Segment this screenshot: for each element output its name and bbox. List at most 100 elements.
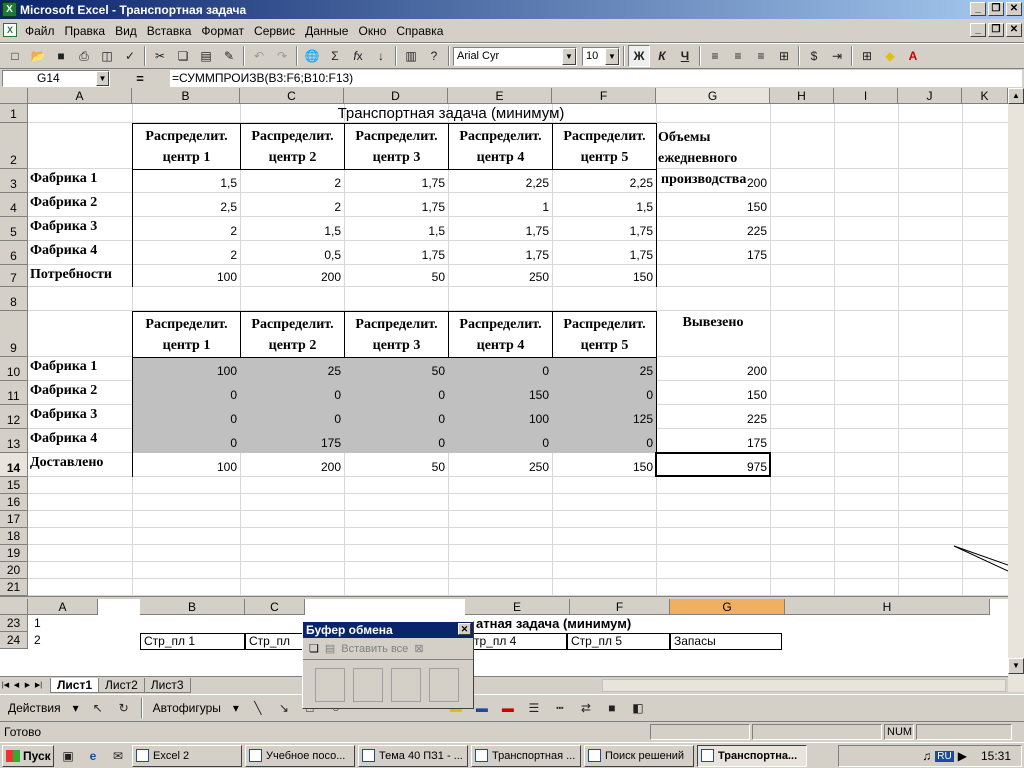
chevron-down-icon[interactable]: ▼: [562, 47, 576, 65]
row-header[interactable]: 7: [0, 265, 28, 287]
task-word-topic[interactable]: Тема 40 ПЗ1 - ...: [358, 744, 468, 767]
plan-row-total[interactable]: 200: [656, 364, 770, 378]
plan-row-total[interactable]: 150: [656, 388, 770, 402]
copy-icon[interactable]: ❏: [309, 642, 319, 655]
menu-tools[interactable]: Сервис: [249, 20, 300, 42]
lower-header-cell[interactable]: Стр_пл: [245, 633, 303, 650]
dc-header[interactable]: Распределит. центр 1: [132, 123, 241, 170]
font-color-icon[interactable]: ▬: [497, 697, 519, 719]
plan-row-label[interactable]: Фабрика 4: [30, 431, 97, 447]
merge-center-icon[interactable]: ⊞: [773, 45, 795, 67]
redo-icon[interactable]: ↷: [271, 45, 293, 67]
lower-column-header[interactable]: G: [670, 599, 785, 615]
minimize-button[interactable]: _: [970, 2, 986, 16]
dc-header[interactable]: Распределит. центр 4: [448, 123, 553, 170]
row-header[interactable]: 10: [0, 357, 28, 381]
doc-minimize-button[interactable]: _: [970, 23, 986, 37]
restore-button[interactable]: ❐: [988, 2, 1004, 16]
horizontal-scrollbar[interactable]: [602, 679, 1006, 692]
row-header[interactable]: 9: [0, 311, 28, 357]
lower-column-header[interactable]: C: [245, 599, 305, 615]
select-all-corner[interactable]: [0, 88, 28, 104]
row-header[interactable]: 17: [0, 511, 28, 528]
row-header[interactable]: 5: [0, 217, 28, 241]
next-sheet-icon[interactable]: ▶: [22, 679, 33, 692]
row-header[interactable]: 18: [0, 528, 28, 545]
menu-format[interactable]: Формат: [196, 20, 249, 42]
bold-button[interactable]: Ж: [628, 45, 650, 67]
doc-restore-button[interactable]: ❐: [988, 23, 1004, 37]
lower-row-header[interactable]: 24: [0, 632, 28, 649]
demand-row-label[interactable]: Потребности: [30, 267, 112, 283]
paste-all-button[interactable]: Вставить все: [341, 643, 408, 655]
row-header[interactable]: 15: [0, 477, 28, 494]
menu-help[interactable]: Справка: [391, 20, 448, 42]
row-header[interactable]: 19: [0, 545, 28, 562]
ie-icon[interactable]: e: [82, 745, 104, 767]
underline-button[interactable]: Ч: [674, 45, 696, 67]
lower-column-header[interactable]: B: [140, 599, 245, 615]
delivered-row-label[interactable]: Доставлено: [30, 455, 103, 471]
row-header[interactable]: 20: [0, 562, 28, 579]
scroll-up-icon[interactable]: ▲: [1008, 88, 1024, 104]
row-header[interactable]: 21: [0, 579, 28, 596]
column-header[interactable]: I: [834, 88, 898, 104]
row-header[interactable]: 11: [0, 381, 28, 405]
row-header[interactable]: 8: [0, 287, 28, 311]
hyperlink-icon[interactable]: 🌐: [301, 45, 323, 67]
row-header[interactable]: 1: [0, 104, 28, 123]
dc-header-plan[interactable]: Распределит. центр 1: [132, 311, 241, 358]
font-color-icon[interactable]: A: [902, 45, 924, 67]
doc-close-button[interactable]: ✕: [1006, 23, 1022, 37]
prev-sheet-icon[interactable]: ◀: [11, 679, 22, 692]
cost-row-label[interactable]: Фабрика 2: [30, 195, 97, 211]
name-box[interactable]: G14 ▼: [2, 70, 110, 87]
help-icon[interactable]: ?: [423, 45, 445, 67]
close-button[interactable]: ✕: [1006, 2, 1022, 16]
excel-icon[interactable]: X: [2, 2, 17, 17]
autoshapes-menu[interactable]: Автофигуры: [149, 701, 225, 715]
indent-icon[interactable]: ⇥: [826, 45, 848, 67]
undo-icon[interactable]: ↶: [248, 45, 270, 67]
lower-corner[interactable]: [0, 599, 28, 615]
borders-icon[interactable]: ⊞: [856, 45, 878, 67]
row-header[interactable]: 14: [0, 453, 28, 477]
dc-header-plan[interactable]: Распределит. центр 4: [448, 311, 553, 358]
print-icon[interactable]: ⎙: [73, 45, 95, 67]
dc-header[interactable]: Распределит. центр 5: [552, 123, 657, 170]
lower-row-header[interactable]: 23: [0, 615, 28, 632]
dc-header-plan[interactable]: Распределит. центр 5: [552, 311, 657, 358]
task-excel2[interactable]: Excel 2: [132, 744, 242, 767]
dc-header[interactable]: Распределит. центр 2: [240, 123, 345, 170]
menu-data[interactable]: Данные: [300, 20, 353, 42]
align-left-icon[interactable]: ≡: [704, 45, 726, 67]
preview-icon[interactable]: ◫: [96, 45, 118, 67]
drawing-line[interactable]: [953, 545, 1008, 572]
task-word-transport[interactable]: Транспортная ...: [471, 744, 581, 767]
equals-sign[interactable]: =: [110, 71, 170, 86]
line-style-icon[interactable]: ☰: [523, 697, 545, 719]
arrow-icon[interactable]: ↘: [273, 697, 295, 719]
cost-row-label[interactable]: Фабрика 1: [30, 171, 97, 187]
align-right-icon[interactable]: ≡: [750, 45, 772, 67]
column-header[interactable]: B: [132, 88, 240, 104]
sort-icon[interactable]: ↓: [370, 45, 392, 67]
align-center-icon[interactable]: ≡: [727, 45, 749, 67]
spelling-icon[interactable]: ✓: [119, 45, 141, 67]
scroll-down-icon[interactable]: ▼: [1008, 658, 1024, 674]
sheet-title[interactable]: Транспортная задача (минимум): [132, 104, 770, 123]
copy-icon[interactable]: ❏: [172, 45, 194, 67]
menu-view[interactable]: Вид: [110, 20, 142, 42]
outlook-icon[interactable]: ✉: [107, 745, 129, 767]
free-rotate-icon[interactable]: ↻: [113, 697, 135, 719]
column-header[interactable]: H: [770, 88, 834, 104]
cost-row-total[interactable]: 175: [656, 248, 770, 262]
show-desktop-icon[interactable]: ▣: [57, 745, 79, 767]
clipboard-slot[interactable]: [353, 668, 383, 702]
dc-header-plan[interactable]: Распределит. центр 2: [240, 311, 345, 358]
clipboard-slot[interactable]: [315, 668, 345, 702]
worksheet-grid[interactable]: A B C D E F G H I J K 1 2 3 4 5 6 7 8 9 10 11 12 13 14 15 16 17 18 19…: [0, 88, 1008, 676]
chevron-down-icon[interactable]: ▾: [229, 701, 243, 715]
currency-icon[interactable]: $: [803, 45, 825, 67]
plan-row-label[interactable]: Фабрика 2: [30, 383, 97, 399]
